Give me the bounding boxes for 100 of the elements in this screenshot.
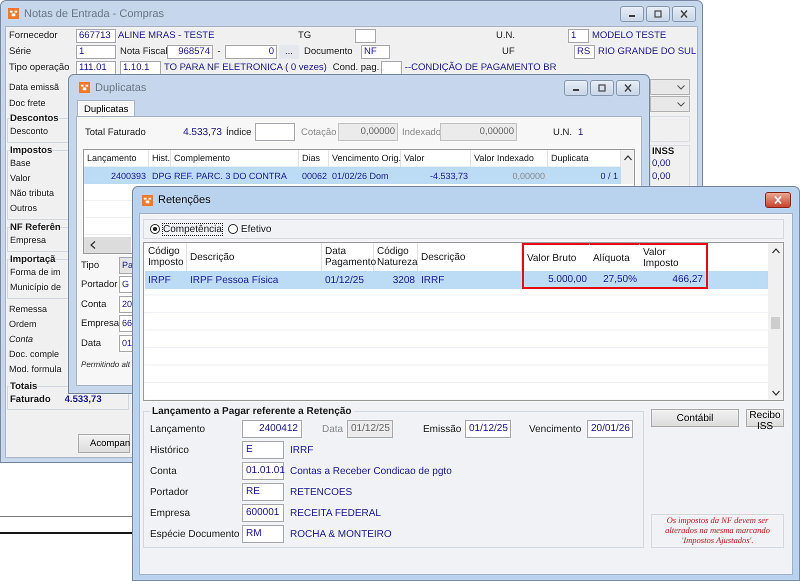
- table-cell-text: 01/12/25: [324, 274, 365, 288]
- field-label: Data: [322, 424, 344, 434]
- code-description: ROCHA & MONTEIRO: [290, 528, 392, 540]
- field-label: Não tributa: [10, 187, 54, 200]
- total-value: 4.533,73: [182, 126, 222, 138]
- dropdown-field[interactable]: [650, 96, 690, 112]
- field-label: Data: [81, 338, 102, 348]
- input-field[interactable]: 20/01/26: [587, 420, 633, 438]
- vertical-scrollbar[interactable]: [621, 150, 634, 184]
- dropdown-field[interactable]: [650, 79, 690, 95]
- scroll-up-icon: [772, 248, 780, 254]
- follow-up-button[interactable]: Acompan: [78, 434, 130, 453]
- input-field[interactable]: 01/12/25: [465, 420, 511, 438]
- table-row[interactable]: IRPF IRPF Pessoa Física 01/12/25 3208 IRRF 5.000,00 27,50% 466,27: [145, 271, 768, 289]
- table-cell: 466,27: [640, 271, 708, 289]
- action-button[interactable]: Contábil: [651, 409, 739, 427]
- close-icon: [679, 10, 689, 18]
- code-description: Contas a Receber Condicao de pgto: [290, 466, 452, 476]
- group-title: Descontos: [10, 113, 59, 124]
- field-label: Mod. formula: [9, 363, 63, 376]
- close-button[interactable]: [672, 6, 696, 22]
- field-label: TG: [298, 30, 312, 41]
- maximize-icon: [653, 10, 663, 18]
- close-button[interactable]: [616, 80, 640, 96]
- input-field[interactable]: 667713: [76, 28, 116, 42]
- radio-button[interactable]: [228, 224, 238, 234]
- group-title: Lançamento a Pagar referente a Retenção: [151, 406, 353, 417]
- minimize-button[interactable]: [564, 80, 588, 96]
- code-description: IRRF: [290, 444, 314, 456]
- radio-button[interactable]: [150, 224, 160, 234]
- field-label: Total Faturado: [85, 126, 147, 138]
- supplier-name: ALINE MRAS - TESTE: [118, 30, 216, 41]
- field-label: Base: [10, 157, 31, 170]
- input-field[interactable]: 01.01.01: [242, 462, 284, 480]
- payment-condition: --CONDIÇÃO DE PAGAMENTO BR: [404, 62, 556, 73]
- field-label: Conta: [9, 333, 34, 346]
- panel: [650, 116, 690, 142]
- field-label: Empresa: [10, 234, 46, 247]
- status-note: Permitindo alt: [81, 360, 132, 368]
- table-cell-text: 0 / 1: [599, 170, 619, 180]
- action-button[interactable]: Recibo ISS: [746, 409, 784, 427]
- lookup-button[interactable]: ...: [279, 44, 299, 58]
- field-label: Ordem: [9, 318, 38, 331]
- input-field[interactable]: 968574: [167, 44, 213, 58]
- input-field[interactable]: 1.10.1: [120, 60, 161, 74]
- close-button[interactable]: [765, 192, 791, 208]
- field-label: Nota Fiscal: [120, 46, 167, 57]
- field-label: Empresa: [150, 508, 192, 518]
- group-title: Totais: [10, 381, 38, 392]
- field-label: Empresa: [81, 318, 119, 329]
- field-label: Conta: [150, 466, 178, 476]
- table-cell-text: IRPF: [147, 274, 172, 288]
- field-label: UF: [502, 46, 516, 57]
- maximize-icon: [597, 84, 607, 92]
- input-field[interactable]: 1: [76, 44, 116, 58]
- field-label: Vencimento: [529, 424, 582, 434]
- group-title: INSS: [652, 146, 676, 157]
- input-field[interactable]: 0: [225, 44, 277, 58]
- table-cell-text: IRRF: [420, 274, 446, 288]
- field-label: Forma de im: [10, 266, 61, 279]
- field-label: Tipo: [81, 260, 100, 270]
- app-icon: [142, 194, 153, 206]
- separator-text: -: [216, 46, 222, 57]
- input-field[interactable]: RS: [574, 44, 595, 58]
- scroll-up-icon: [624, 155, 632, 161]
- input-field[interactable]: 2400412: [242, 420, 302, 438]
- field-label: Doc frete: [9, 97, 47, 110]
- maximize-button[interactable]: [646, 6, 670, 22]
- input-field[interactable]: NF: [361, 44, 390, 58]
- input-field[interactable]: 1: [568, 28, 589, 42]
- input-field[interactable]: E: [242, 441, 284, 459]
- tab[interactable]: Duplicatas: [77, 100, 136, 117]
- total-label: Faturado: [10, 394, 51, 404]
- field-label: Desconto: [10, 125, 48, 138]
- input-field[interactable]: RM: [242, 525, 284, 543]
- input-field[interactable]: [355, 28, 376, 42]
- table-cell-text: REF. PARC. 3 DO CONTRA: [173, 170, 288, 180]
- table-row[interactable]: 2400393 DPG REF. PARC. 3 DO CONTRA 00062 01/02/26 Dom -4.533,73 0,00000 0 / 1: [84, 167, 621, 184]
- minimize-button[interactable]: [620, 6, 644, 22]
- scroll-thumb[interactable]: [771, 317, 780, 329]
- table-cell-text: 3208: [392, 274, 416, 288]
- vertical-scrollbar[interactable]: [768, 243, 783, 400]
- input-field[interactable]: 600001: [242, 504, 284, 522]
- window-title: Retenções: [158, 194, 211, 206]
- table-cell-text: 0,00000: [511, 170, 546, 180]
- input-field[interactable]: [255, 123, 295, 141]
- maximize-button[interactable]: [590, 80, 614, 96]
- field-label: Cotação: [301, 126, 338, 138]
- chevron-down-icon: [677, 84, 685, 90]
- radio-option[interactable]: Competência: [150, 224, 222, 234]
- input-field[interactable]: 111.01: [76, 60, 116, 74]
- horizontal-scrollbar[interactable]: [84, 237, 131, 253]
- input-field[interactable]: [380, 60, 402, 74]
- table-cell: 27,50%: [590, 271, 640, 289]
- field-label: Documento: [304, 46, 354, 57]
- field-label: Conta: [81, 298, 108, 310]
- input-field[interactable]: RE: [242, 483, 284, 501]
- radio-option[interactable]: Efetivo: [228, 224, 272, 234]
- field-label: Espécie Documento: [150, 528, 240, 540]
- code-description: RECEITA FEDERAL: [290, 508, 381, 518]
